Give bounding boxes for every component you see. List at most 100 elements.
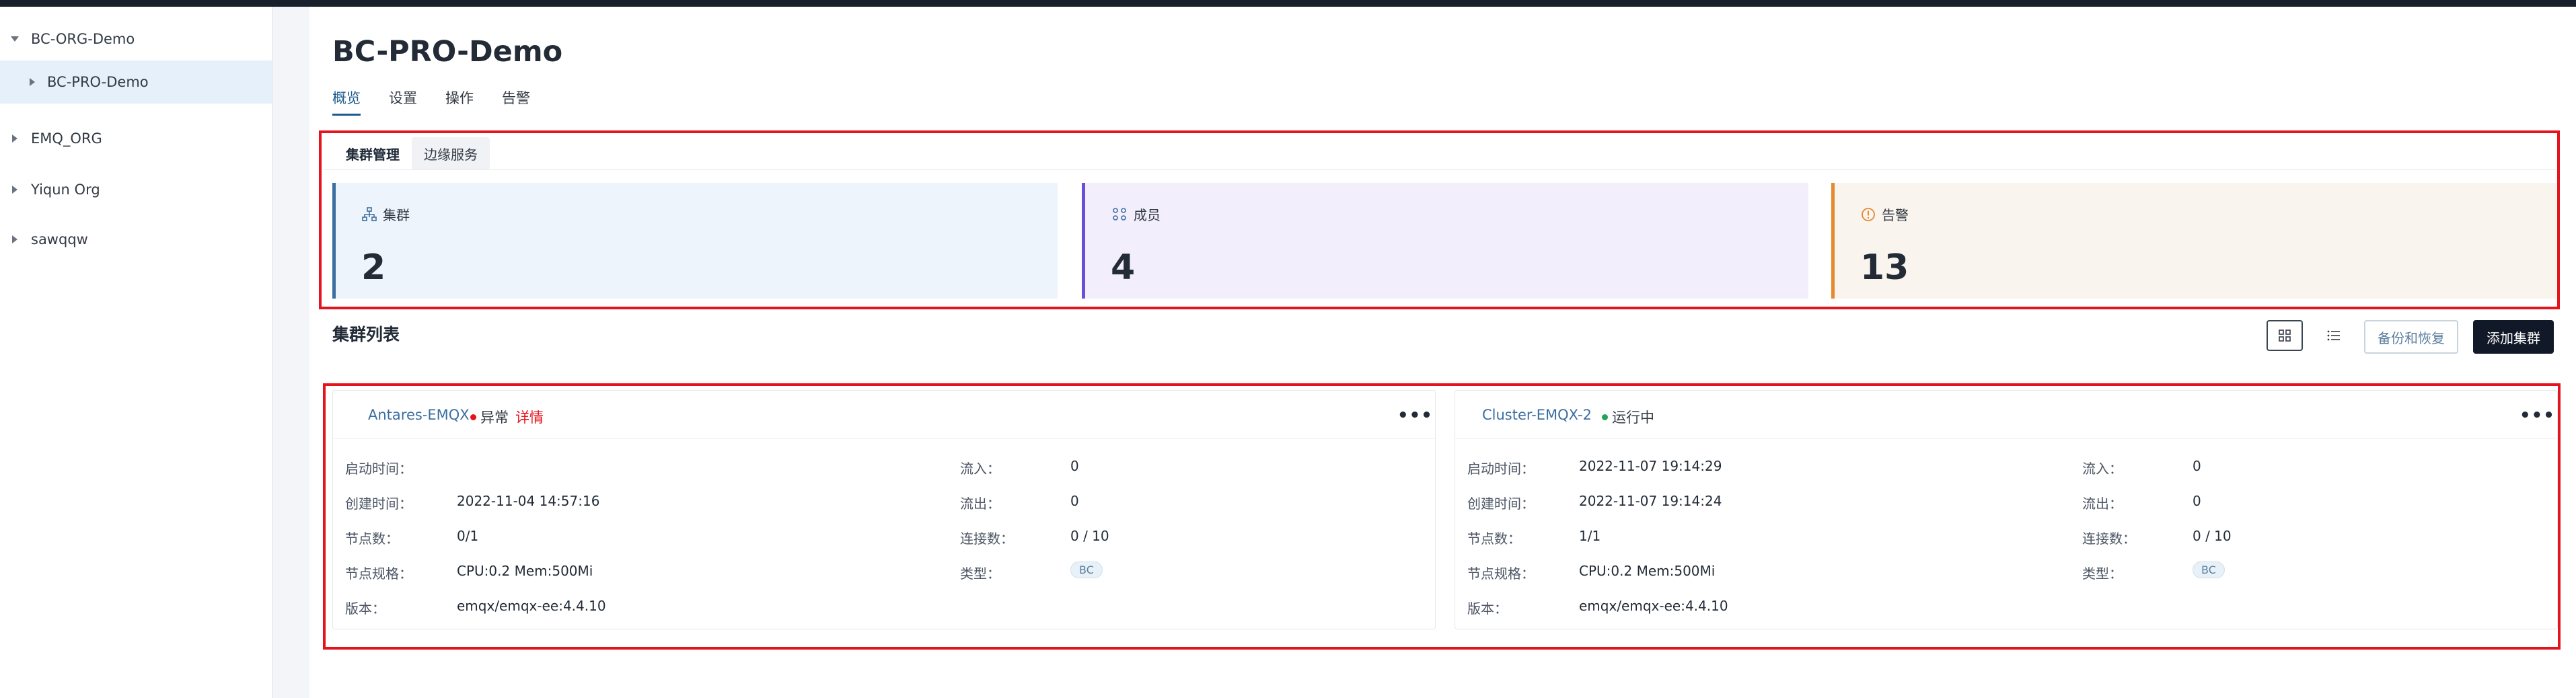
field-outflow-value: 0 [1070,493,1079,509]
field-connections-value: 0 / 10 [1070,528,1109,544]
field-key: 流出： [960,496,1000,512]
field-key: 流入： [960,461,1000,477]
field-created-time-value: 2022-11-04 14:57:16 [457,493,599,509]
cluster-icon [362,206,377,221]
field-node-count-value: 0/1 [457,528,478,544]
field-start-time: 启动时间： [345,458,412,477]
more-actions-icon[interactable]: ••• [2519,405,2555,426]
type-tag: BC [2193,561,2225,578]
chevron-right-icon[interactable] [12,235,17,243]
field-inflow-value: 0 [2193,458,2201,474]
tab-alerts[interactable]: 告警 [502,87,530,116]
page-tabs: 概览 设置 操作 告警 [332,87,558,116]
field-key: 类型： [960,566,1000,582]
cluster-name-link[interactable]: Cluster-EMQX-2 [1482,407,1592,423]
more-actions-icon[interactable]: ••• [1397,405,1433,426]
grid-view-button[interactable] [2267,320,2303,351]
tab-overview[interactable]: 概览 [332,87,361,116]
tab-operations[interactable]: 操作 [445,87,474,116]
field-value: 0 / 10 [2193,528,2232,544]
cluster-list-title: 集群列表 [332,325,400,344]
tree-item-sawqqw[interactable]: sawqqw [0,218,272,261]
field-value: 0/1 [457,528,479,544]
field-key: 节点数： [1467,531,1521,547]
list-view-button[interactable] [2316,320,2352,351]
subtab-cluster-management[interactable]: 集群管理 [334,137,412,170]
status-detail-link[interactable]: 详情 [515,407,544,427]
stat-card-alerts[interactable]: 告警 13 [1831,183,2556,299]
subtab-divider [324,169,2556,170]
members-icon [1113,207,1126,221]
tab-settings[interactable]: 设置 [389,87,417,116]
field-key: 节点数： [345,531,399,547]
stat-card-clusters[interactable]: 集群 2 [332,183,1058,299]
cluster-card-cluster-emqx-2: Cluster-EMQX-2 运行中 ••• 启动时间： 2022-11-07 … [1455,390,2558,629]
field-value: 0 / 10 [1070,528,1109,544]
field-node-spec: 节点规格： [345,563,412,582]
field-key: 创建时间： [345,496,412,512]
stat-label-text: 告警 [1882,207,1909,223]
tree-item-label: BC-PRO-Demo [47,74,149,90]
status-text: 异常 [480,410,509,426]
field-value: CPU:0.2 Mem:500Mi [1579,563,1716,579]
alert-icon [1862,207,1875,221]
stat-label: 集群 [361,204,410,224]
chevron-right-icon[interactable] [12,134,17,143]
field-key: 版本： [345,600,385,617]
tree-item-bc-pro-demo[interactable]: BC-PRO-Demo [0,61,272,104]
field-outflow: 流出： [960,493,1000,512]
cluster-status: 异常 详情 [470,407,544,427]
tree-item-label: BC-ORG-Demo [31,31,135,47]
field-value: 1/1 [1579,528,1601,544]
field-start-time-value: 2022-11-07 19:14:29 [1579,458,1722,474]
field-key: 版本： [1467,600,1508,617]
tree-item-yiqun-org[interactable]: Yiqun Org [0,168,272,211]
field-key: 启动时间： [345,461,412,477]
stat-label-text: 集群 [383,207,410,223]
sidebar-gutter [273,7,309,698]
field-node-count: 节点数： [345,528,399,547]
chevron-down-icon[interactable] [11,36,19,42]
cluster-status: 运行中 [1602,407,1654,427]
field-key: 类型： [2082,566,2123,582]
sub-tabs: 集群管理 边缘服务 [334,137,490,170]
field-created-time: 创建时间： [1467,493,1535,512]
stat-value: 4 [1111,247,1136,288]
field-node-spec: 节点规格： [1467,563,1535,582]
tree-item-emq-org[interactable]: EMQ_ORG [0,117,272,160]
cluster-card-antares-emqx: Antares-EMQX 异常 详情 ••• 启动时间： 创建时间： 2022-… [332,390,1436,629]
stat-label: 告警 [1860,204,1909,224]
status-text: 运行中 [1612,410,1654,426]
field-key: 流出： [2082,496,2123,512]
field-node-count: 节点数： [1467,528,1521,547]
field-value: 2022-11-07 19:14:24 [1579,493,1722,509]
field-inflow: 流入： [2082,458,2123,477]
card-header: Cluster-EMQX-2 运行中 ••• [1455,391,2557,439]
stat-card-members[interactable]: 成员 4 [1082,183,1808,299]
stat-label-text: 成员 [1134,207,1161,223]
chevron-right-icon[interactable] [30,78,35,86]
field-type-value: BC [1070,561,1103,578]
tree-item-label: sawqqw [31,231,88,247]
subtab-edge-services[interactable]: 边缘服务 [412,137,490,170]
field-node-spec-value: CPU:0.2 Mem:500Mi [457,563,593,579]
tree-item-bc-org-demo[interactable]: BC-ORG-Demo [0,17,272,61]
field-node-count-value: 1/1 [1579,528,1600,544]
page-title: BC-PRO-Demo [332,35,563,69]
type-tag: BC [1070,561,1103,578]
field-value: 0 [1070,458,1079,474]
field-outflow: 流出： [2082,493,2123,512]
field-key: 流入： [2082,461,2123,477]
field-connections: 连接数： [960,528,1014,547]
cluster-name-link[interactable]: Antares-EMQX [368,407,470,423]
backup-restore-button[interactable]: 备份和恢复 [2364,320,2458,354]
list-icon [2327,330,2340,341]
add-cluster-button[interactable]: 添加集群 [2473,320,2554,354]
field-key: 创建时间： [1467,496,1535,512]
field-node-spec-value: CPU:0.2 Mem:500Mi [1579,563,1715,579]
field-key: 连接数： [960,531,1014,547]
tree-item-label: Yiqun Org [31,182,100,198]
grid-icon [2279,329,2291,342]
field-connections: 连接数： [2082,528,2136,547]
chevron-right-icon[interactable] [12,186,17,194]
